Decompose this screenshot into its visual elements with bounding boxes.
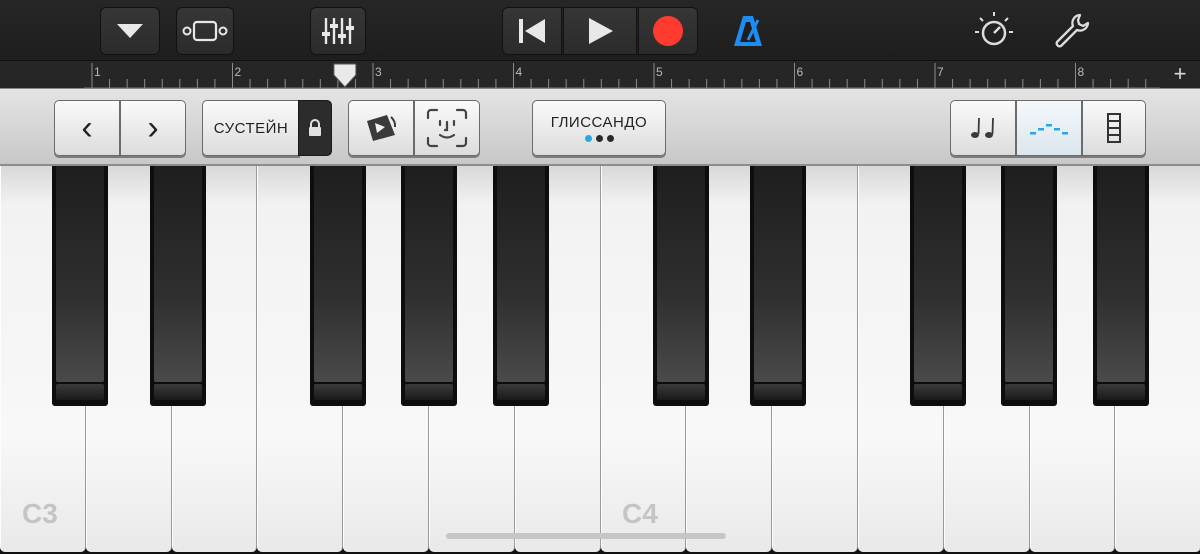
metronome-icon [734, 16, 762, 46]
black-key[interactable] [401, 166, 457, 406]
wrench-icon [1055, 13, 1090, 48]
black-key[interactable] [150, 166, 206, 406]
chevron-right-icon: › [147, 109, 159, 147]
keyboard-controls-strip: ‹ › СУСТЕЙН ГЛИССАНДО [0, 88, 1200, 166]
piano-keyboard[interactable]: C3 C4 [0, 166, 1200, 554]
glissando-mode-dot [584, 135, 592, 142]
triangle-down-icon [117, 24, 143, 38]
black-key-lip [154, 384, 202, 400]
ruler-bar-number: 8 [1077, 65, 1085, 79]
glissando-mode-indicator [583, 135, 616, 142]
ruler-bar-number: 4 [515, 65, 523, 79]
add-section-button[interactable]: + [1168, 63, 1192, 87]
top-toolbar [0, 0, 1200, 60]
octave-down-button[interactable]: ‹ [54, 100, 120, 156]
sustain-button[interactable]: СУСТЕЙН [202, 100, 300, 156]
sustain-lock-button[interactable] [298, 100, 332, 156]
glissando-mode-dot [595, 135, 603, 142]
arpeggiator-button[interactable] [1016, 100, 1082, 156]
black-key-face [314, 166, 362, 382]
black-key-face [154, 166, 202, 382]
face-icon [426, 108, 468, 148]
record-icon [653, 16, 683, 46]
black-key-lip [497, 384, 545, 400]
black-key-lip [914, 384, 962, 400]
black-key[interactable] [310, 166, 366, 406]
ruler-scale [84, 63, 1160, 89]
key-label-c4: C4 [622, 498, 658, 529]
black-key-face [657, 166, 705, 382]
ruler-bar-number: 3 [375, 65, 382, 79]
black-key[interactable] [750, 166, 806, 406]
notes-icon [971, 117, 994, 138]
black-key[interactable] [910, 166, 966, 406]
black-key-face [754, 166, 802, 382]
face-control-button[interactable] [414, 100, 480, 156]
black-key-lip [754, 384, 802, 400]
key-label-c3: C3 [22, 498, 58, 529]
black-key[interactable] [52, 166, 108, 406]
black-key[interactable] [1093, 166, 1149, 406]
keyboard-size-icon [1107, 113, 1121, 143]
browser-dropdown-button[interactable] [100, 7, 160, 55]
black-key-lip [56, 384, 104, 400]
black-key[interactable] [493, 166, 549, 406]
glissando-label: ГЛИССАНДО [550, 114, 648, 131]
black-key-lip [1097, 384, 1145, 400]
black-key[interactable] [653, 166, 709, 406]
black-key-lip [314, 384, 362, 400]
ruler-bar-number: 5 [656, 65, 663, 79]
ruler-bar-number: 2 [234, 65, 242, 79]
home-indicator [446, 533, 726, 539]
settings-button[interactable] [1048, 7, 1096, 55]
glissando-button[interactable]: ГЛИССАНДО [532, 100, 666, 156]
glissando-mode-dot [606, 135, 614, 142]
octave-up-button[interactable]: › [120, 100, 186, 156]
skip-back-icon [519, 19, 545, 43]
go-to-start-button[interactable] [502, 7, 562, 55]
record-button[interactable] [638, 7, 698, 55]
black-key-face [1097, 166, 1145, 382]
knob-icon [975, 12, 1013, 46]
arpeggio-icon [1030, 124, 1068, 135]
chevron-left-icon: ‹ [81, 109, 93, 147]
mixer-sliders-icon [322, 18, 354, 44]
black-key-lip [657, 384, 705, 400]
tracks-view-button[interactable] [176, 7, 234, 55]
tracks-view-icon [182, 20, 228, 42]
metronome-button[interactable] [724, 7, 772, 55]
loop-icon [367, 115, 397, 141]
play-icon [589, 18, 613, 44]
master-effects-button[interactable] [970, 7, 1018, 55]
black-key[interactable] [1001, 166, 1057, 406]
loops-button[interactable] [348, 100, 414, 156]
lock-icon [309, 119, 321, 136]
ruler-bar-number: 7 [937, 65, 944, 79]
black-key-lip [405, 384, 453, 400]
sustain-label: СУСТЕЙН [213, 119, 289, 137]
ruler-bar-number: 6 [796, 65, 804, 79]
key-size-button[interactable] [1082, 100, 1146, 156]
black-key-face [914, 166, 962, 382]
timeline-ruler[interactable]: 1 2 3 4 5 6 7 8 + [0, 60, 1200, 89]
black-key-face [56, 166, 104, 382]
black-key-lip [1005, 384, 1053, 400]
playhead-marker [333, 63, 357, 88]
black-key-face [1005, 166, 1053, 382]
notes-button[interactable] [950, 100, 1016, 156]
mixer-button[interactable] [310, 7, 366, 55]
play-button[interactable] [563, 7, 637, 55]
ruler-bar-number: 1 [94, 65, 101, 79]
black-key-face [405, 166, 453, 382]
black-key-face [497, 166, 545, 382]
